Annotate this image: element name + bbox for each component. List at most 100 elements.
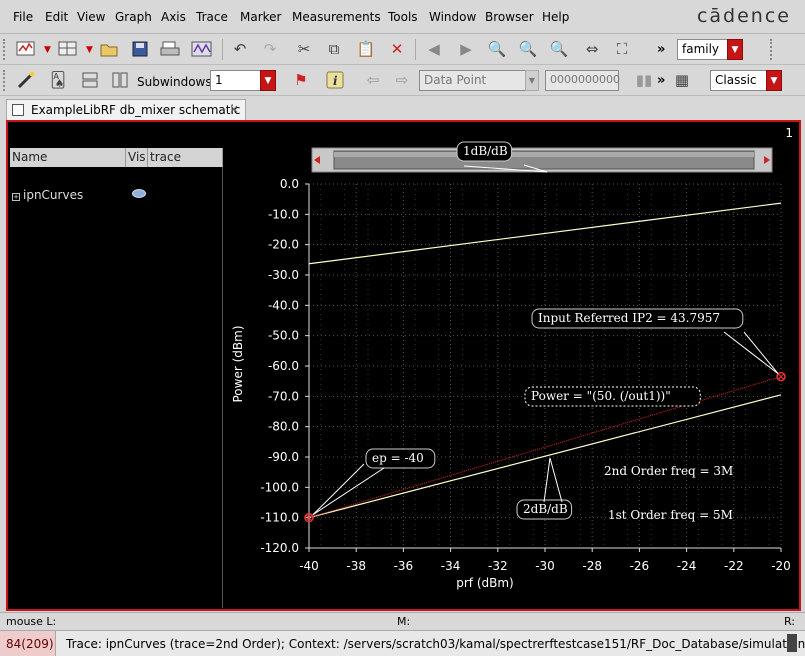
expression-label[interactable]: Power = "(50. (/out1))" — [524, 386, 701, 407]
x-tick-label: -38 — [346, 559, 366, 573]
freq1-label-text: 1st Order freq = 5M — [608, 508, 733, 522]
message-scroll-handle[interactable] — [787, 634, 797, 652]
y-tick-label: -20.0 — [268, 238, 299, 252]
print-icon[interactable] — [158, 38, 182, 60]
undo-icon[interactable]: ↶ — [228, 38, 252, 60]
flag-icon[interactable]: ⚑ — [289, 69, 313, 91]
save-icon[interactable] — [128, 38, 152, 60]
forward-icon[interactable]: ▶ — [454, 38, 478, 60]
mouse-left-label: mouse L: — [6, 615, 57, 628]
subwindow-dropdown-icon[interactable]: ▼ — [86, 45, 93, 55]
stack-subwindows-icon[interactable] — [78, 69, 102, 91]
bar-chart-icon[interactable]: ▮▮ — [632, 69, 656, 91]
prev-point-icon[interactable]: ⇦ — [361, 69, 385, 91]
family-combo[interactable]: family ▼ — [677, 39, 743, 60]
menu-graph[interactable]: Graph — [115, 10, 152, 24]
menu-help[interactable]: Help — [542, 10, 569, 24]
back-icon[interactable]: ◀ — [422, 38, 446, 60]
copy-icon[interactable]: ⧉ — [322, 38, 346, 60]
column-vis[interactable]: Vis — [126, 148, 148, 167]
menu-axis[interactable]: Axis — [161, 10, 186, 24]
point-mode-combo[interactable]: Data Point ▼ — [419, 70, 539, 91]
calculator-icon[interactable]: ▦ — [670, 69, 694, 91]
more-tools-icon[interactable]: » — [657, 73, 665, 88]
menu-edit[interactable]: Edit — [45, 10, 68, 24]
new-window-icon[interactable] — [14, 38, 38, 60]
secondary-toolbar: 🂡 Subwindows: 1 ▼ ⚑ i ⇦ ⇨ Data Point ▼ 0… — [0, 65, 805, 96]
cadence-logo: cādence — [696, 5, 791, 27]
marker-ip2-label[interactable]: Input Referred IP2 = 43.7957 — [531, 308, 744, 329]
freq2-label[interactable]: 2nd Order freq = 3M — [604, 464, 733, 478]
chevron-down-icon[interactable]: ▼ — [727, 39, 743, 60]
close-icon[interactable]: × — [229, 102, 239, 116]
zoom-out-icon[interactable]: 🔍 — [547, 38, 571, 60]
chevron-down-icon[interactable]: ▼ — [766, 70, 782, 91]
menu-view[interactable]: View — [77, 10, 105, 24]
visibility-eye-icon[interactable] — [132, 189, 146, 198]
cards-icon[interactable]: 🂡 — [46, 69, 70, 91]
y-tick-label: -100.0 — [260, 480, 299, 494]
menu-marker[interactable]: Marker — [240, 10, 281, 24]
paste-icon[interactable]: 📋 — [354, 38, 378, 60]
freq1-label[interactable]: 1st Order freq = 5M — [608, 508, 733, 522]
new-subwindow-icon[interactable] — [56, 38, 80, 60]
history-count[interactable]: 84(209) — [0, 631, 56, 656]
cut-icon[interactable]: ✂ — [292, 38, 316, 60]
toolbar-grip[interactable] — [3, 39, 7, 60]
mouse-right-label: R: — [784, 615, 796, 628]
y-tick-label: -80.0 — [268, 420, 299, 434]
expand-icon[interactable]: + — [12, 193, 20, 201]
y-tick-label: -40.0 — [268, 298, 299, 312]
zoom-icon[interactable]: 🔍 — [485, 38, 509, 60]
open-folder-icon[interactable] — [97, 38, 121, 60]
redo-icon[interactable]: ↷ — [258, 38, 282, 60]
expression-label-text: Power = "(50. (/out1))" — [531, 389, 671, 403]
menu-browser[interactable]: Browser — [485, 10, 534, 24]
zoom-x-icon[interactable]: ⇔ — [580, 38, 604, 60]
x-scrollbar[interactable] — [311, 147, 773, 173]
plot-axes: 0.0 -10.0 -20.0 -30.0 -40.0 -50.0 -60.0 -70.0 -8… — [231, 177, 791, 590]
marker-ep-label[interactable]: ep = -40 — [365, 448, 436, 469]
tile-subwindows-icon[interactable] — [108, 69, 132, 91]
subwindows-combo[interactable]: 1 ▼ — [210, 70, 276, 91]
column-name[interactable]: Name — [10, 148, 126, 167]
fit-icon[interactable]: ⛶ — [610, 38, 634, 60]
y-tick-label: -30.0 — [268, 268, 299, 282]
trace-browser: Name Vis trace + ipnCurves — [10, 148, 223, 608]
x-axis-label: prf (dBm) — [456, 576, 514, 590]
tab-bar: ExampleLibRF db_mixer schematic × — [0, 96, 805, 120]
menu-trace[interactable]: Trace — [196, 10, 228, 24]
menu-window[interactable]: Window — [429, 10, 476, 24]
menu-measurements[interactable]: Measurements — [292, 10, 381, 24]
style-combo[interactable]: Classic ▼ — [710, 70, 782, 91]
x-tick-label: -30 — [535, 559, 555, 573]
x-tick-label: -26 — [630, 559, 650, 573]
point-value-field[interactable]: 0000000000 — [545, 70, 620, 91]
zoom-in-icon[interactable]: 🔍 — [516, 38, 540, 60]
plot-options-icon[interactable] — [190, 38, 214, 60]
menu-tools[interactable]: Tools — [388, 10, 418, 24]
toolbar-grip[interactable] — [3, 70, 7, 91]
status-message: Trace: ipnCurves (trace=2nd Order); Cont… — [66, 637, 805, 651]
tab-schematic[interactable]: ExampleLibRF db_mixer schematic × — [6, 99, 246, 120]
chevron-down-icon[interactable]: ▼ — [260, 70, 276, 91]
slope1-label[interactable]: 1dB/dB — [456, 141, 513, 162]
x-tick-label: -24 — [677, 559, 697, 573]
plot-area[interactable]: 0.0 -10.0 -20.0 -30.0 -40.0 -50.0 -60.0 -70.0 -8… — [224, 122, 799, 609]
column-trace[interactable]: trace — [148, 148, 223, 167]
subwindows-value: 1 — [215, 73, 223, 87]
x-tick-label: -28 — [582, 559, 602, 573]
next-point-icon[interactable]: ⇨ — [390, 69, 414, 91]
list-item[interactable]: + ipnCurves — [12, 188, 83, 202]
slope2-label[interactable]: 2dB/dB — [516, 499, 573, 520]
style-combo-value: Classic — [715, 73, 757, 87]
delete-icon[interactable]: ✕ — [385, 38, 409, 60]
new-window-dropdown-icon[interactable]: ▼ — [44, 45, 51, 55]
y-tick-label: -60.0 — [268, 359, 299, 373]
menu-file[interactable]: File — [13, 10, 33, 24]
chevron-down-icon[interactable]: ▼ — [525, 70, 539, 91]
more-tools-icon[interactable]: » — [657, 42, 665, 57]
toolbar-grip-right[interactable] — [770, 39, 774, 60]
info-icon[interactable]: i — [323, 69, 347, 91]
magic-wand-icon[interactable] — [14, 69, 38, 91]
